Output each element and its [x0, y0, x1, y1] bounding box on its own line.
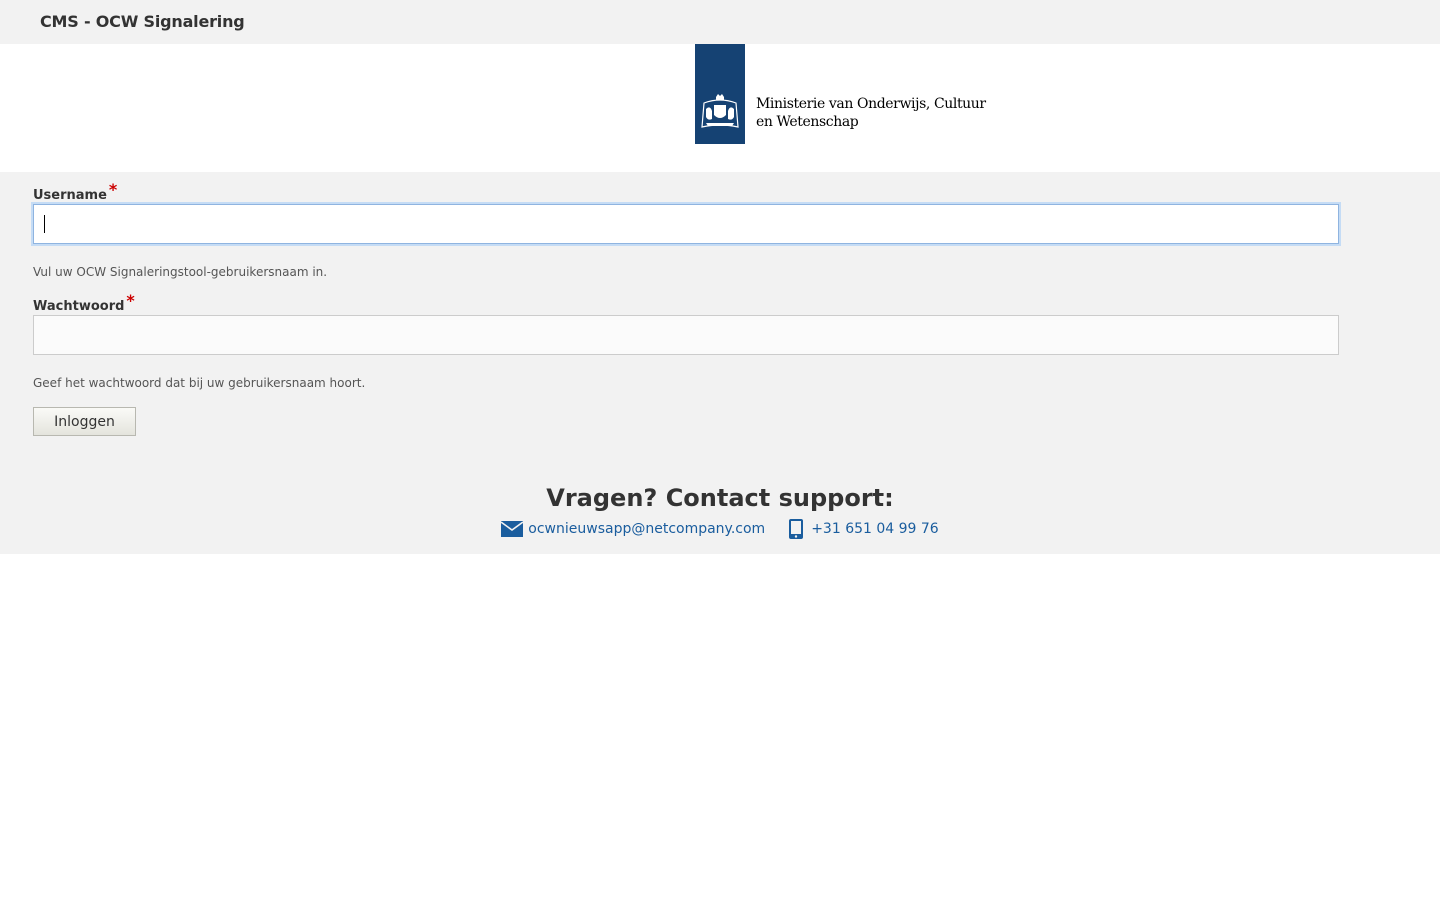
required-marker: * — [108, 180, 118, 199]
ministry-logo — [695, 44, 745, 144]
password-input[interactable] — [33, 315, 1339, 355]
text-caret — [44, 215, 45, 233]
support-email: ocwnieuwsapp@netcompany.com — [528, 521, 766, 537]
support-heading: Vragen? Contact support: — [546, 484, 894, 512]
site-title: CMS - OCW Signalering — [40, 12, 245, 31]
password-label: Wachtwoord * — [33, 291, 135, 314]
support-contacts: ocwnieuwsapp@netcompany.com +31 651 04 9… — [0, 519, 1440, 539]
password-help: Geef het wachtwoord dat bij uw gebruiker… — [33, 376, 366, 390]
logo-area: Ministerie van Onderwijs, Cultuur en Wet… — [0, 44, 1440, 172]
username-input[interactable] — [33, 204, 1339, 244]
login-button[interactable]: Inloggen — [33, 407, 136, 436]
username-label-text: Username — [33, 188, 107, 203]
support-email-link[interactable]: ocwnieuwsapp@netcompany.com — [501, 521, 765, 537]
support-phone-link[interactable]: +31 651 04 99 76 — [789, 519, 939, 539]
top-bar: CMS - OCW Signalering — [0, 0, 1440, 44]
support-phone: +31 651 04 99 76 — [811, 521, 939, 537]
dutch-coat-of-arms-icon — [701, 94, 739, 128]
mobile-phone-icon — [789, 519, 804, 539]
username-help: Vul uw OCW Signaleringstool-gebruikersna… — [33, 265, 328, 279]
login-form: Username * Vul uw OCW Signaleringstool-ge… — [0, 172, 1440, 554]
password-label-text: Wachtwoord — [33, 299, 125, 314]
envelope-icon — [501, 521, 524, 537]
ministry-name: Ministerie van Onderwijs, Cultuur en Wet… — [756, 96, 986, 130]
required-marker: * — [126, 291, 135, 310]
username-label: Username * — [33, 180, 117, 203]
